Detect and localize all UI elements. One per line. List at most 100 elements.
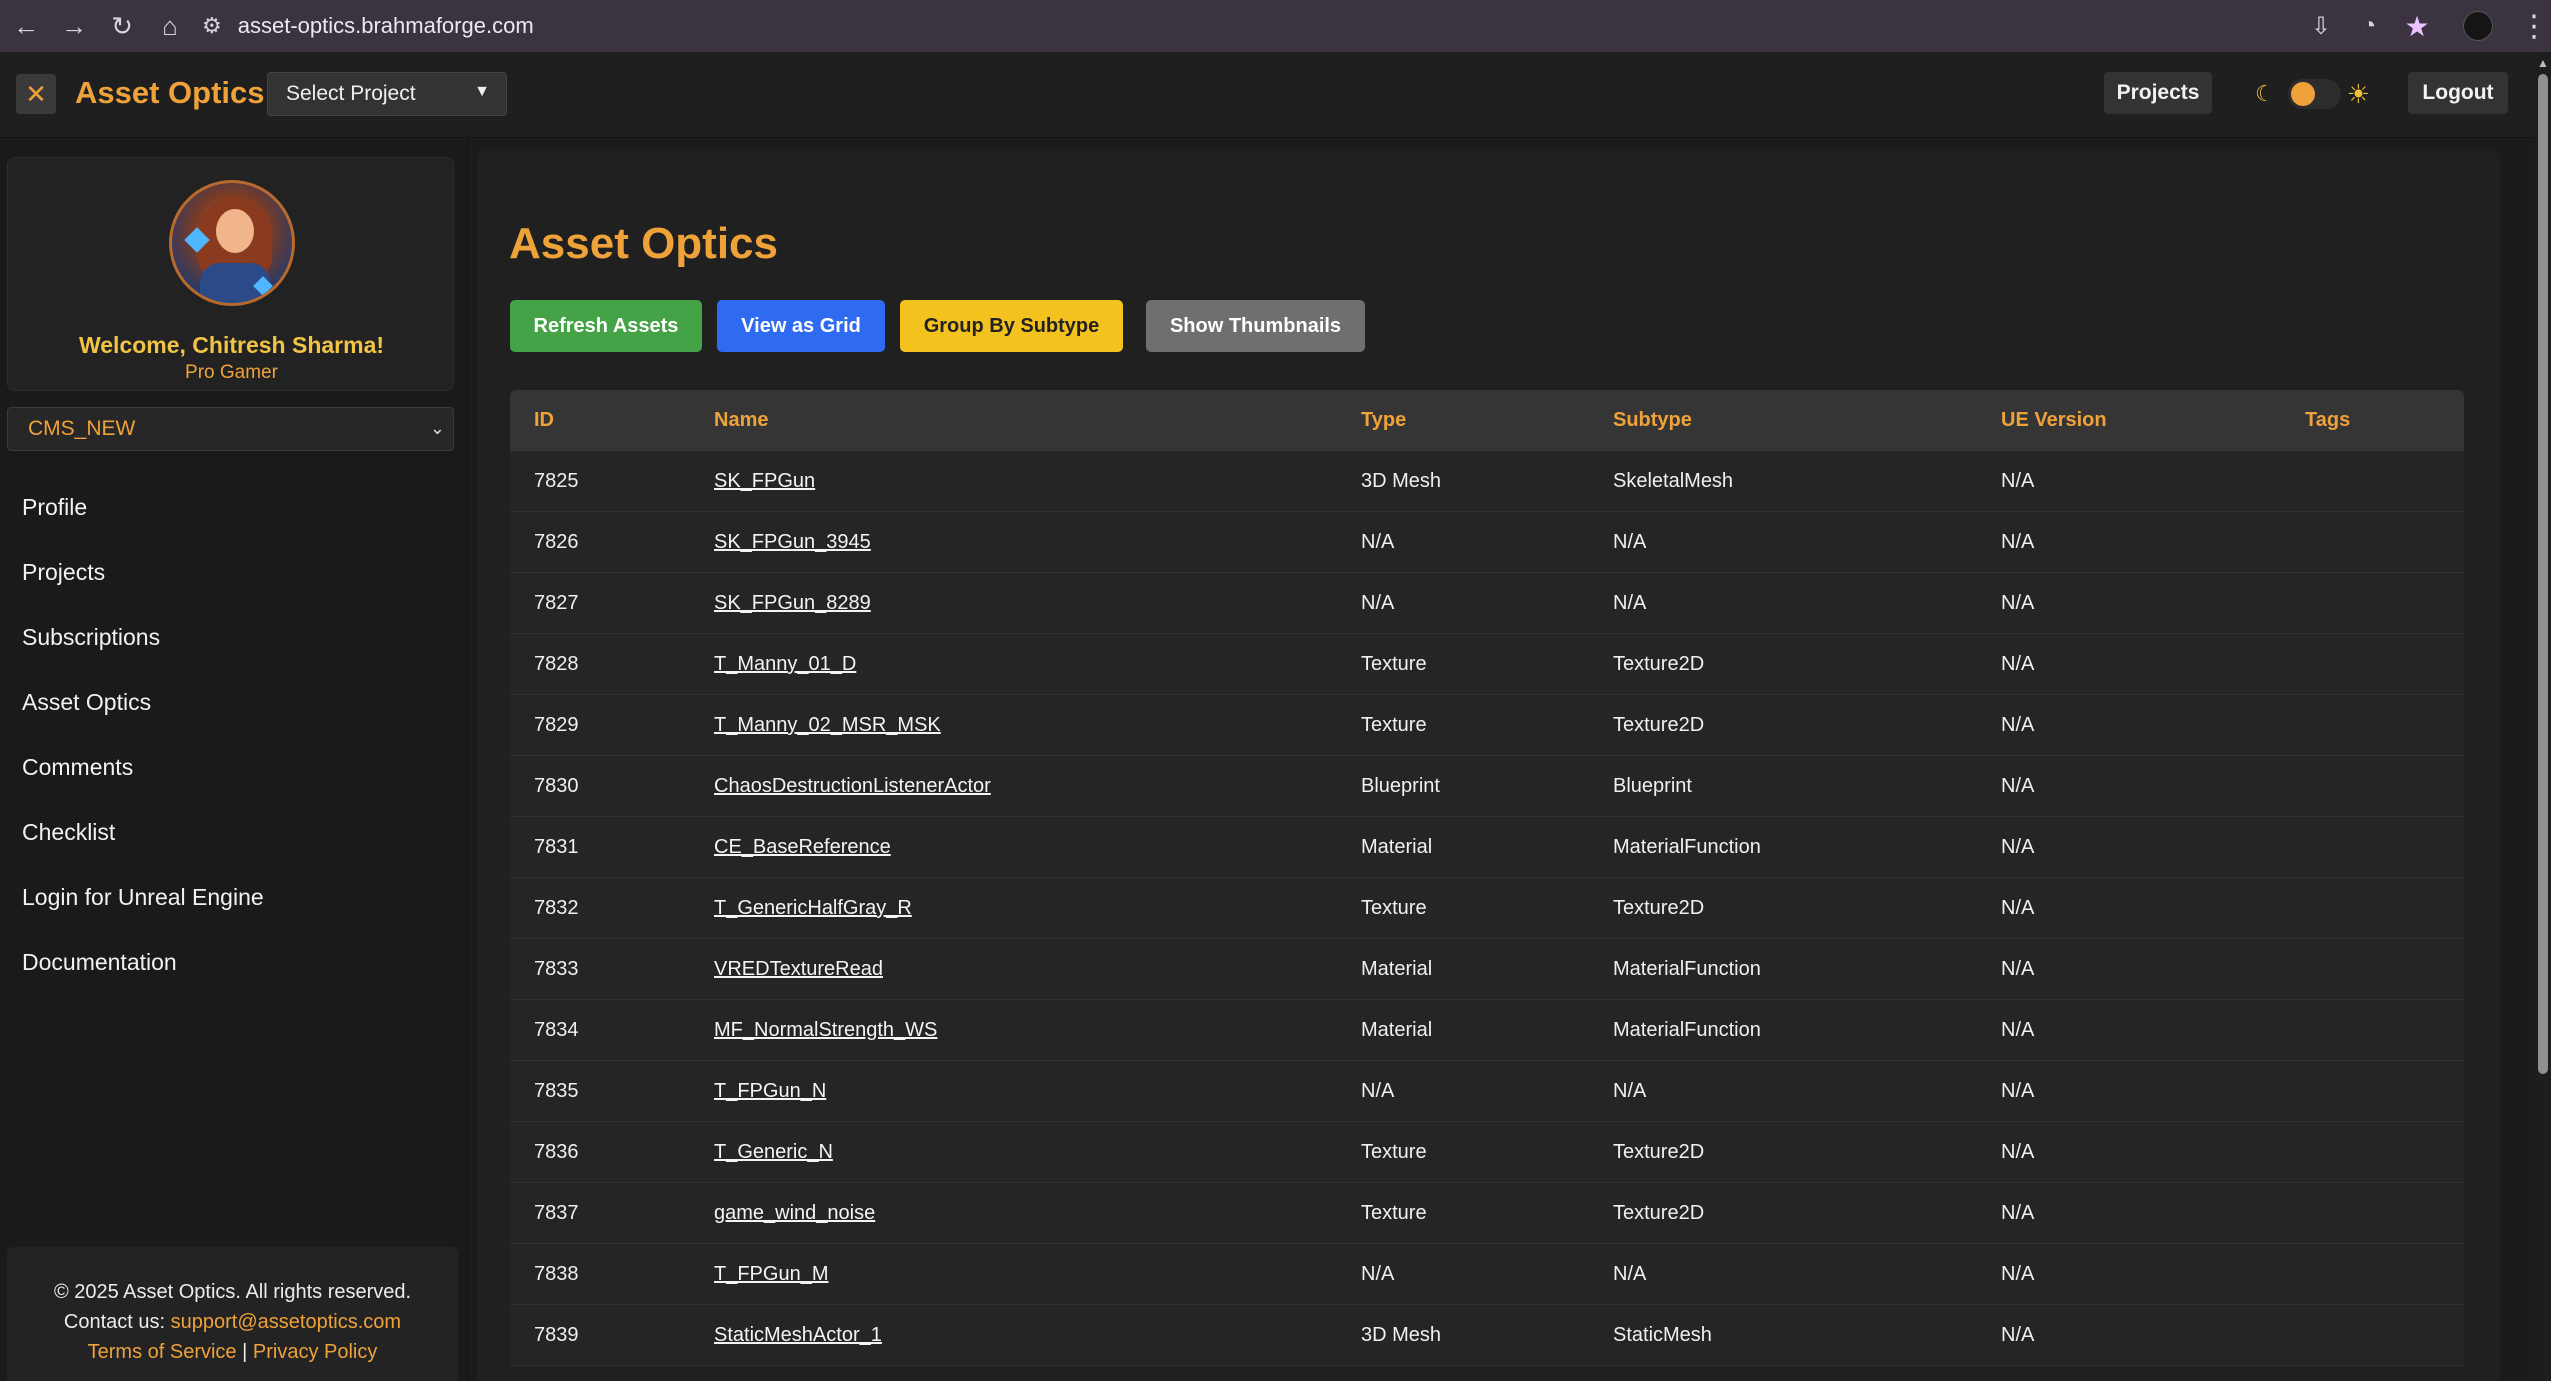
scroll-up-icon[interactable]: ▲ xyxy=(2535,56,2551,70)
page-title: Asset Optics xyxy=(509,219,778,268)
scrollbar-thumb[interactable] xyxy=(2538,74,2548,1074)
moon-icon: ☾ xyxy=(2255,81,2275,106)
logout-button[interactable]: Logout xyxy=(2408,72,2508,114)
view-as-grid-button[interactable]: View as Grid xyxy=(717,300,885,352)
cell-type: N/A xyxy=(1361,592,1395,614)
back-icon[interactable]: ← xyxy=(2,0,50,52)
forward-icon[interactable]: → xyxy=(50,0,98,52)
browser-toolbar: ← → ↻ ⌂ ⚙ asset-optics.brahmaforge.com ⇩… xyxy=(0,0,2551,52)
asset-name-link[interactable]: SK_FPGun xyxy=(714,470,815,493)
cell-type: 3D Mesh xyxy=(1361,1324,1442,1346)
close-sidebar-button[interactable]: ✕ xyxy=(16,74,56,114)
table-row[interactable]: 7833 VREDTextureRead Material MaterialFunct… xyxy=(510,939,2464,1000)
sidebar-item-login-unreal[interactable]: Login for Unreal Engine xyxy=(22,884,264,949)
page-scrollbar[interactable]: ▲ xyxy=(2535,52,2551,1381)
table-row[interactable]: 7827 SK_FPGun_8289 N/A N/A N/A xyxy=(510,573,2464,634)
asset-name-link[interactable]: ChaosDestructionListenerActor xyxy=(714,775,991,798)
cell-id: 7837 xyxy=(534,1202,579,1224)
sidebar-item-profile[interactable]: Profile xyxy=(22,494,264,559)
cell-ue-version: N/A xyxy=(2001,1019,2035,1041)
browser-profile-avatar[interactable] xyxy=(2463,11,2493,41)
asset-name-link[interactable]: MF_NormalStrength_WS xyxy=(714,1019,937,1042)
asset-name-link[interactable]: T_Generic_N xyxy=(714,1141,833,1164)
asset-name-link[interactable]: SK_FPGun_3945 xyxy=(714,531,871,554)
asset-name-link[interactable]: SK_FPGun_8289 xyxy=(714,592,871,615)
sidebar-item-subscriptions[interactable]: Subscriptions xyxy=(22,624,264,689)
cell-subtype: MaterialFunction xyxy=(1613,836,1761,858)
workspace-select-value: CMS_NEW xyxy=(28,417,136,440)
cell-ue-version: N/A xyxy=(2001,897,2035,919)
table-row[interactable]: 7835 T_FPGun_N N/A N/A N/A xyxy=(510,1061,2464,1122)
column-header-tags[interactable]: Tags xyxy=(2305,409,2350,432)
cell-id: 7836 xyxy=(534,1141,579,1163)
table-row[interactable]: 7839 StaticMeshActor_1 3D Mesh StaticMesh N/… xyxy=(510,1305,2464,1366)
cell-id: 7828 xyxy=(534,653,579,675)
group-by-subtype-button[interactable]: Group By Subtype xyxy=(900,300,1123,352)
privacy-link[interactable]: Privacy Policy xyxy=(253,1341,377,1363)
table-row[interactable]: 7831 CE_BaseReference Material MaterialFunc… xyxy=(510,817,2464,878)
asset-name-link[interactable]: StaticMeshActor_1 xyxy=(714,1324,882,1347)
site-info-icon[interactable]: ⚙ xyxy=(202,13,222,39)
table-row[interactable]: 7838 T_FPGun_M N/A N/A N/A xyxy=(510,1244,2464,1305)
terms-link[interactable]: Terms of Service xyxy=(88,1341,237,1363)
table-row[interactable]: 7836 T_Generic_N Texture Texture2D N/A xyxy=(510,1122,2464,1183)
table-row[interactable]: 7837 game_wind_noise Texture Texture2D N/A xyxy=(510,1183,2464,1244)
url-text[interactable]: asset-optics.brahmaforge.com xyxy=(238,13,534,39)
performance-icon[interactable]: ◔ xyxy=(2353,10,2385,42)
sidebar-item-asset-optics[interactable]: Asset Optics xyxy=(22,689,264,754)
table-row[interactable]: 7834 MF_NormalStrength_WS Material Material… xyxy=(510,1000,2464,1061)
column-header-type[interactable]: Type xyxy=(1361,409,1406,432)
sidebar-item-projects[interactable]: Projects xyxy=(22,559,264,624)
browser-menu-icon[interactable]: ⋮ xyxy=(2519,9,2549,44)
sidebar-item-documentation[interactable]: Documentation xyxy=(22,949,264,1014)
cell-ue-version: N/A xyxy=(2001,1202,2035,1224)
assets-table: ID Name Type Subtype UE Version Tags 782… xyxy=(510,390,2464,1366)
projects-button[interactable]: Projects xyxy=(2104,72,2212,114)
table-header: ID Name Type Subtype UE Version Tags xyxy=(510,390,2464,451)
avatar xyxy=(169,180,295,306)
table-row[interactable]: 7828 T_Manny_01_D Texture Texture2D N/A xyxy=(510,634,2464,695)
address-bar[interactable]: ⚙ asset-optics.brahmaforge.com xyxy=(202,0,534,52)
show-thumbnails-button[interactable]: Show Thumbnails xyxy=(1146,300,1365,352)
asset-name-link[interactable]: T_FPGun_M xyxy=(714,1263,828,1286)
theme-toggle[interactable]: ☾ ☀ xyxy=(2255,78,2370,110)
cell-subtype: MaterialFunction xyxy=(1613,1019,1761,1041)
sidebar-item-comments[interactable]: Comments xyxy=(22,754,264,819)
refresh-assets-button[interactable]: Refresh Assets xyxy=(510,300,702,352)
table-row[interactable]: 7830 ChaosDestructionListenerActor Bluepri… xyxy=(510,756,2464,817)
table-row[interactable]: 7829 T_Manny_02_MSR_MSK Texture Texture2D N/… xyxy=(510,695,2464,756)
asset-name-link[interactable]: CE_BaseReference xyxy=(714,836,891,859)
home-icon[interactable]: ⌂ xyxy=(146,0,194,52)
asset-name-link[interactable]: T_GenericHalfGray_R xyxy=(714,897,912,920)
column-header-ue-version[interactable]: UE Version xyxy=(2001,409,2107,432)
contact-label: Contact us: xyxy=(63,1311,166,1333)
column-header-name[interactable]: Name xyxy=(714,409,768,432)
cell-id: 7839 xyxy=(534,1324,579,1346)
cell-subtype: N/A xyxy=(1613,1263,1647,1285)
project-select[interactable]: Select Project ▼ xyxy=(267,72,507,116)
contact-email-link[interactable]: support@assetoptics.com xyxy=(171,1311,401,1333)
table-row[interactable]: 7825 SK_FPGun 3D Mesh SkeletalMesh N/A xyxy=(510,451,2464,512)
asset-name-link[interactable]: T_Manny_02_MSR_MSK xyxy=(714,714,941,737)
asset-name-link[interactable]: T_FPGun_N xyxy=(714,1080,826,1103)
cell-type: N/A xyxy=(1361,1263,1395,1285)
table-row[interactable]: 7826 SK_FPGun_3945 N/A N/A N/A xyxy=(510,512,2464,573)
cell-type: Blueprint xyxy=(1361,775,1440,797)
column-header-subtype[interactable]: Subtype xyxy=(1613,409,1692,432)
asset-name-link[interactable]: T_Manny_01_D xyxy=(714,653,856,676)
workspace-select[interactable]: CMS_NEW ⌄ xyxy=(7,407,454,451)
cell-ue-version: N/A xyxy=(2001,531,2035,553)
install-app-icon[interactable]: ⇩ xyxy=(2305,10,2337,42)
cell-type: Texture xyxy=(1361,1141,1427,1163)
theme-switch[interactable] xyxy=(2287,79,2341,109)
close-icon: ✕ xyxy=(25,78,47,109)
asset-name-link[interactable]: game_wind_noise xyxy=(714,1202,875,1225)
cell-subtype: StaticMesh xyxy=(1613,1324,1712,1346)
column-header-id[interactable]: ID xyxy=(534,409,554,432)
asset-name-link[interactable]: VREDTextureRead xyxy=(714,958,883,981)
table-row[interactable]: 7832 T_GenericHalfGray_R Texture Texture2D N… xyxy=(510,878,2464,939)
reload-icon[interactable]: ↻ xyxy=(98,0,146,52)
bookmark-star-icon[interactable]: ★ xyxy=(2401,10,2433,42)
cell-subtype: MaterialFunction xyxy=(1613,958,1761,980)
sidebar-item-checklist[interactable]: Checklist xyxy=(22,819,264,884)
